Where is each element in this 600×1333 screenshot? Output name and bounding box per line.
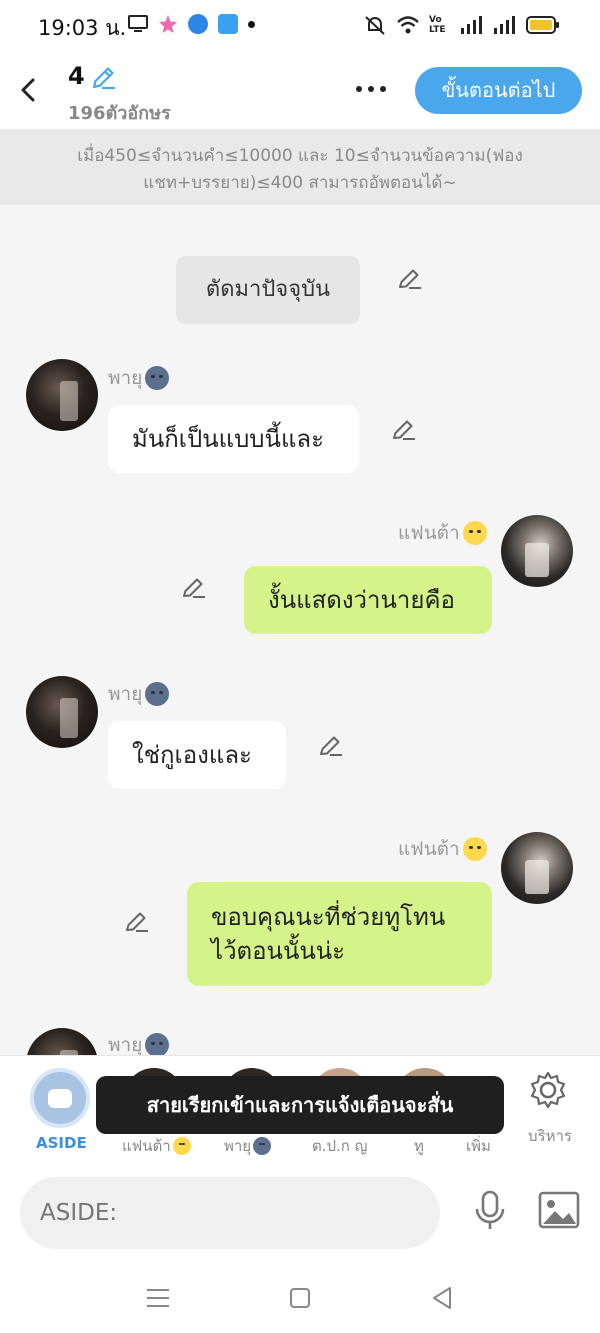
character-label-fanta: แฟนต้า xyxy=(122,1134,191,1158)
sender-name: แฟนต้า xyxy=(398,834,487,864)
sun-face-icon xyxy=(462,837,487,861)
gear-icon[interactable] xyxy=(528,1070,568,1110)
back-nav-icon[interactable] xyxy=(428,1283,458,1313)
microphone-icon[interactable] xyxy=(470,1189,510,1233)
dot-indicator xyxy=(248,20,255,28)
message-input[interactable] xyxy=(20,1177,440,1249)
editor-header: 4 196ตัวอักษร ขั้นตอนต่อไป xyxy=(0,52,600,129)
battery-icon xyxy=(526,16,559,34)
add-character-label[interactable]: เพิ่ม xyxy=(466,1134,491,1158)
signal-icon-2 xyxy=(494,16,515,34)
home-nav-icon[interactable] xyxy=(285,1283,315,1313)
moon-face-icon xyxy=(145,366,170,390)
sender-name: พายุ xyxy=(108,679,170,709)
status-bar: 19:03 น. Vo LTE xyxy=(0,0,600,52)
message-bubble-right[interactable]: งั้นแสดงว่านายคือ xyxy=(244,566,492,634)
edit-pencil-icon[interactable] xyxy=(318,733,344,759)
moon-face-icon xyxy=(253,1137,272,1155)
avatar-payu[interactable] xyxy=(26,676,98,748)
image-icon[interactable] xyxy=(538,1191,580,1229)
message-bubble-left[interactable]: มันก็เป็นแบบนี้และ xyxy=(108,405,359,473)
screen-icon xyxy=(128,15,148,32)
moon-face-icon xyxy=(145,1033,170,1055)
character-label-payu: พายุ xyxy=(224,1134,272,1158)
edit-title-pencil-icon[interactable] xyxy=(89,64,117,92)
character-selector-bar: ASIDE แฟนต้า พายุ ต.ป.ก ญ ทู เพิ่ม บริหา… xyxy=(0,1055,600,1165)
mute-bell-icon xyxy=(365,16,385,35)
app-blue-icon xyxy=(188,14,208,34)
more-options-icon[interactable] xyxy=(356,74,392,104)
manage-label: บริหาร xyxy=(528,1127,572,1145)
edit-pencil-icon[interactable] xyxy=(391,417,417,443)
character-label-too: ทู xyxy=(414,1137,424,1155)
character-label-ppk: ต.ป.ก ญ xyxy=(312,1137,368,1155)
app-star-icon xyxy=(159,15,177,33)
moon-face-icon xyxy=(145,682,170,706)
word-count-notice: เมื่อ450≤จำนวนคำ≤10000 และ 10≤จำนวนข้อคว… xyxy=(0,129,600,205)
character-label-aside: ASIDE xyxy=(36,1134,87,1152)
status-time: 19:03 น. xyxy=(38,16,127,40)
sender-name: แฟนต้า xyxy=(398,518,487,548)
sun-face-icon xyxy=(172,1137,191,1155)
sender-name: พายุ xyxy=(108,363,170,393)
volte-label: Vo LTE xyxy=(429,15,446,35)
avatar-fanta[interactable] xyxy=(501,515,573,587)
episode-number: 4 xyxy=(68,62,85,90)
avatar-payu[interactable] xyxy=(26,359,98,431)
status-system-icons: Vo LTE xyxy=(363,14,560,36)
input-bar xyxy=(0,1165,600,1265)
chat-bubble-icon xyxy=(48,1089,72,1108)
character-count: 196ตัวอักษร xyxy=(68,103,171,124)
signal-icon-1 xyxy=(461,16,482,34)
status-notification-icons xyxy=(128,14,255,34)
next-step-button[interactable]: ขั้นตอนต่อไป xyxy=(415,67,582,114)
chat-area: ตัดมาปัจจุบัน พายุ มันก็เป็นแบบนี้และ แฟ… xyxy=(0,205,600,1055)
aside-character-button[interactable] xyxy=(30,1068,90,1128)
system-nav-bar xyxy=(0,1265,600,1333)
edit-pencil-icon[interactable] xyxy=(124,909,150,935)
edit-pencil-icon[interactable] xyxy=(181,575,207,601)
sun-face-icon xyxy=(462,521,487,545)
message-bubble-left[interactable]: ใช่กูเองและ xyxy=(108,721,286,789)
menu-nav-icon[interactable] xyxy=(143,1283,173,1313)
sender-name: พายุ xyxy=(108,1030,170,1055)
message-bubble-right[interactable]: ขอบคุณนะที่ช่วยทูโทนไว้ตอนนั้นน่ะ xyxy=(187,882,492,986)
avatar-payu[interactable] xyxy=(26,1028,98,1055)
narration-bubble[interactable]: ตัดมาปัจจุบัน xyxy=(176,256,360,324)
avatar-fanta[interactable] xyxy=(501,832,573,904)
toast-message: สายเรียกเข้าและการแจ้งเตือนจะสั่น xyxy=(96,1076,504,1134)
novel-toon-app-icon xyxy=(218,14,238,34)
edit-pencil-icon[interactable] xyxy=(397,266,423,292)
back-arrow-icon[interactable] xyxy=(14,72,42,108)
wifi-icon xyxy=(397,16,419,34)
